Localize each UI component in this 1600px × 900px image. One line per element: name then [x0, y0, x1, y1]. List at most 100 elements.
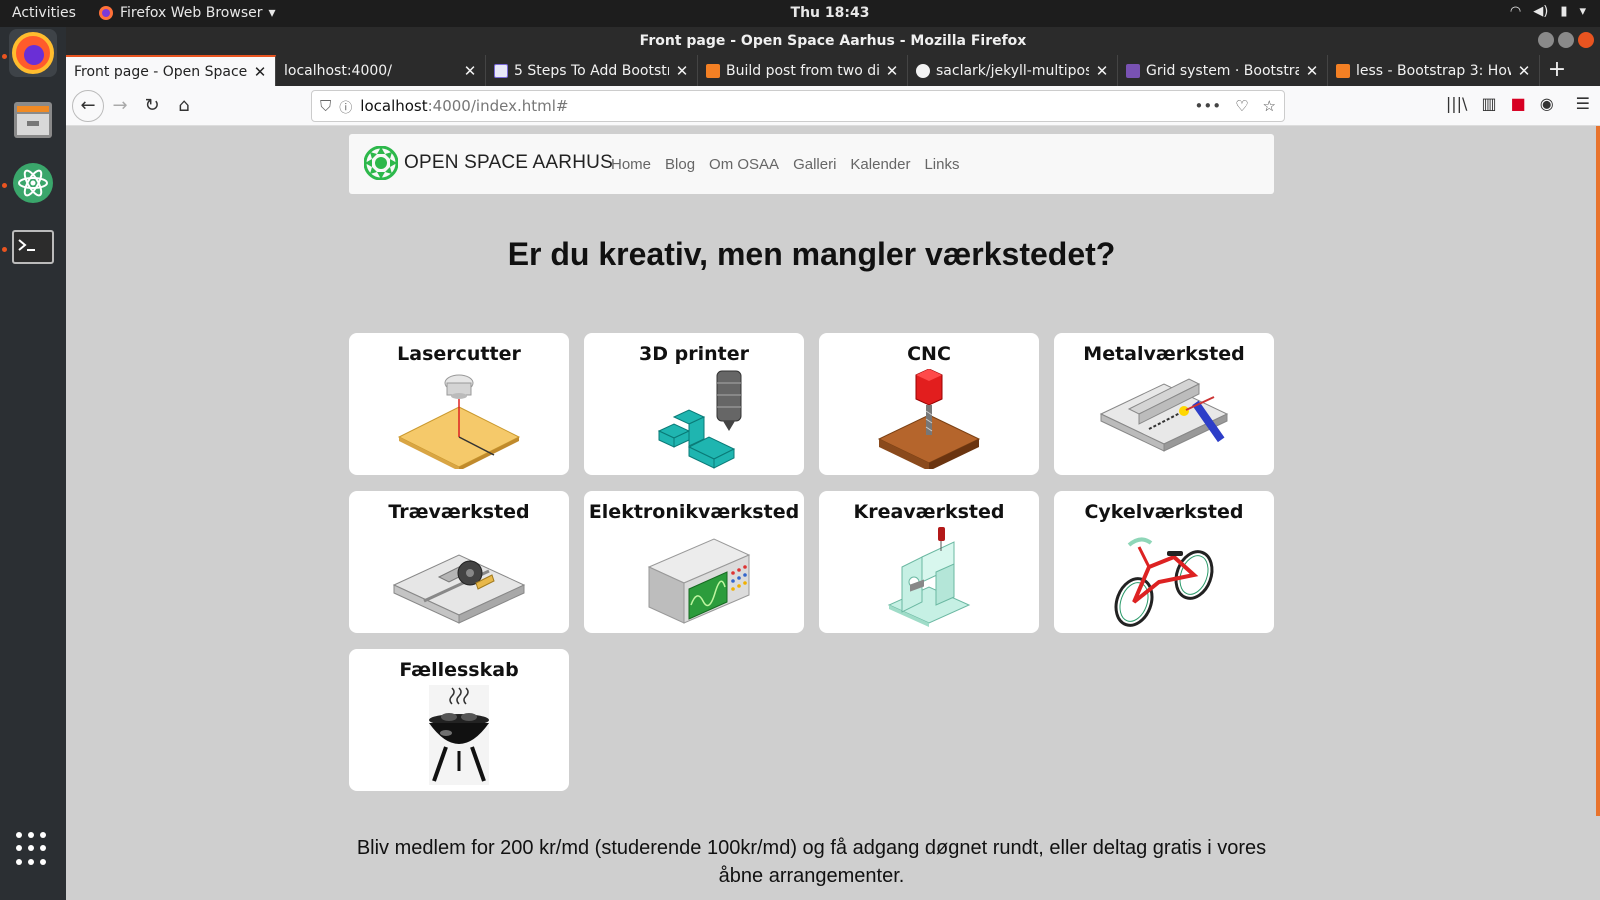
card-title: Kreaværksted: [853, 501, 1005, 523]
card-elektronikvaerksted[interactable]: Elektronikværksted: [584, 491, 804, 633]
grill-icon: [429, 685, 489, 785]
menu-icon[interactable]: ☰: [1576, 94, 1590, 113]
page-actions-icon[interactable]: •••: [1195, 97, 1222, 115]
home-button[interactable]: ⌂: [168, 90, 200, 122]
tab-less-bootstrap[interactable]: less - Bootstrap 3: How ✕: [1328, 55, 1540, 86]
extension-icon[interactable]: ■: [1511, 94, 1526, 113]
terminal-icon: [12, 230, 54, 264]
menu-item-galleri[interactable]: Galleri: [793, 156, 836, 173]
atom-editor-icon: [13, 163, 53, 203]
bicycle-icon: [1114, 537, 1214, 627]
card-metalvaerksted[interactable]: Metalværksted: [1054, 333, 1274, 475]
minimize-button[interactable]: [1538, 32, 1554, 48]
pocket-icon[interactable]: ♡: [1235, 97, 1248, 115]
welding-icon: [1099, 378, 1229, 452]
tab-label: Build post from two dif: [726, 62, 879, 79]
running-indicator: [2, 54, 7, 59]
bookmark-star-icon[interactable]: ☆: [1263, 97, 1276, 115]
new-tab-button[interactable]: +: [1540, 55, 1574, 86]
tab-build-post[interactable]: Build post from two dif ✕: [698, 55, 908, 86]
library-icon[interactable]: |||\: [1446, 94, 1468, 113]
home-icon: ⌂: [178, 95, 190, 116]
forward-button[interactable]: →: [104, 90, 136, 122]
tab-label: Grid system · Bootstrap: [1146, 62, 1299, 79]
account-icon[interactable]: ◉: [1540, 94, 1554, 113]
card-kreavaerksted[interactable]: Kreaværksted: [819, 491, 1039, 633]
gnome-top-bar: Activities Firefox Web Browser ▾ Thu 18:…: [0, 0, 1600, 27]
osaa-logo-icon[interactable]: [364, 146, 398, 180]
tab-label: less - Bootstrap 3: How: [1356, 62, 1511, 79]
tab-strip: Front page - Open Space A ✕ localhost:40…: [66, 55, 1600, 86]
bootstrap-icon: [1126, 63, 1140, 78]
card-title: 3D printer: [639, 343, 749, 365]
cnc-icon: [877, 369, 981, 469]
dock-firefox[interactable]: [9, 29, 57, 77]
tab-bootstrap-steps[interactable]: 5 Steps To Add Bootstr ✕: [486, 55, 698, 86]
maximize-button[interactable]: [1558, 32, 1574, 48]
window-title: Front page - Open Space Aarhus - Mozilla…: [639, 33, 1027, 49]
sidebar-icon[interactable]: ▥: [1481, 94, 1496, 113]
card-traevaerksted[interactable]: Træværksted: [349, 491, 569, 633]
page-viewport[interactable]: OPEN SPACE AARHUS Home Blog Om OSAA Gall…: [66, 126, 1600, 900]
dock-terminal[interactable]: [9, 223, 57, 271]
close-icon[interactable]: ✕: [1517, 62, 1531, 80]
url-path: :4000/index.html#: [427, 97, 569, 115]
card-title: Lasercutter: [397, 343, 521, 365]
clock[interactable]: Thu 18:43: [0, 5, 1600, 21]
stackoverflow-icon: [706, 63, 720, 78]
dock-atom[interactable]: [9, 159, 57, 207]
url-bar[interactable]: ⛉ ⓘ localhost:4000/index.html# ••• ♡ ☆: [311, 90, 1285, 122]
system-tray[interactable]: ◠ ◀) ▮ ▾: [1510, 4, 1586, 19]
card-3d-printer[interactable]: 3D printer: [584, 333, 804, 475]
close-icon[interactable]: ✕: [885, 62, 899, 80]
menu-item-blog[interactable]: Blog: [665, 156, 695, 173]
url-actions: ••• ♡ ☆: [1195, 97, 1276, 115]
menu-item-links[interactable]: Links: [924, 156, 959, 173]
toolbar-right: |||\ ▥ ■ ◉ ☰: [1446, 94, 1590, 113]
card-cnc[interactable]: CNC: [819, 333, 1039, 475]
tab-front-page[interactable]: Front page - Open Space A ✕: [66, 55, 276, 86]
card-title: Cykelværksted: [1084, 501, 1244, 523]
menu-item-om-osaa[interactable]: Om OSAA: [709, 156, 779, 173]
nav-toolbar: ← → ↻ ⌂ ⛉ ⓘ localhost:4000/index.html# •…: [66, 86, 1600, 126]
reload-button[interactable]: ↻: [136, 90, 168, 122]
bootstrap-steps-icon: [494, 63, 508, 78]
tab-label: localhost:4000/: [284, 62, 392, 79]
battery-icon: ▮: [1560, 4, 1568, 19]
menu-item-home[interactable]: Home: [611, 156, 651, 173]
dock: [0, 27, 66, 900]
3d-printer-icon: [657, 370, 742, 469]
tab-grid-system[interactable]: Grid system · Bootstrap ✕: [1118, 55, 1328, 86]
site-brand[interactable]: OPEN SPACE AARHUS: [404, 152, 613, 174]
close-icon[interactable]: ✕: [1305, 62, 1319, 80]
card-title: Fællesskab: [399, 659, 519, 681]
dock-files[interactable]: [9, 95, 57, 143]
menu-item-kalender[interactable]: Kalender: [850, 156, 910, 173]
window-titlebar[interactable]: Front page - Open Space Aarhus - Mozilla…: [66, 27, 1600, 55]
membership-text-line2: åbne arrangementer.: [718, 865, 905, 887]
hero-heading: Er du kreativ, men mangler værkstedet?: [507, 236, 1116, 272]
tab-label: Front page - Open Space A: [74, 63, 247, 80]
close-icon[interactable]: ✕: [675, 62, 689, 80]
close-window-button[interactable]: [1578, 32, 1594, 48]
reload-icon: ↻: [144, 95, 160, 116]
firefox-icon: [12, 32, 54, 74]
laser-cutter-icon: [397, 374, 521, 469]
close-icon[interactable]: ✕: [1095, 62, 1109, 80]
tab-github[interactable]: saclark/jekyll-multipost ✕: [908, 55, 1118, 86]
show-applications-icon[interactable]: [16, 832, 50, 866]
running-indicator: [2, 247, 7, 252]
card-title: Elektronikværksted: [588, 501, 800, 523]
tab-label: 5 Steps To Add Bootstr: [514, 62, 669, 79]
card-lasercutter[interactable]: Lasercutter: [349, 333, 569, 475]
tab-localhost[interactable]: localhost:4000/ ✕: [276, 55, 486, 86]
card-faellesskab[interactable]: Fællesskab: [349, 649, 569, 791]
back-button[interactable]: ←: [72, 89, 104, 122]
firefox-window: Front page - Open Space Aarhus - Mozilla…: [66, 27, 1600, 900]
membership-text-line1: Bliv medlem for 200 kr/md (studerende 10…: [356, 837, 1267, 859]
close-icon[interactable]: ✕: [253, 63, 267, 81]
card-cykelvaerksted[interactable]: Cykelværksted: [1054, 491, 1274, 633]
close-icon[interactable]: ✕: [463, 62, 477, 80]
scrollbar[interactable]: [1596, 126, 1600, 816]
url-host: localhost: [360, 97, 428, 115]
